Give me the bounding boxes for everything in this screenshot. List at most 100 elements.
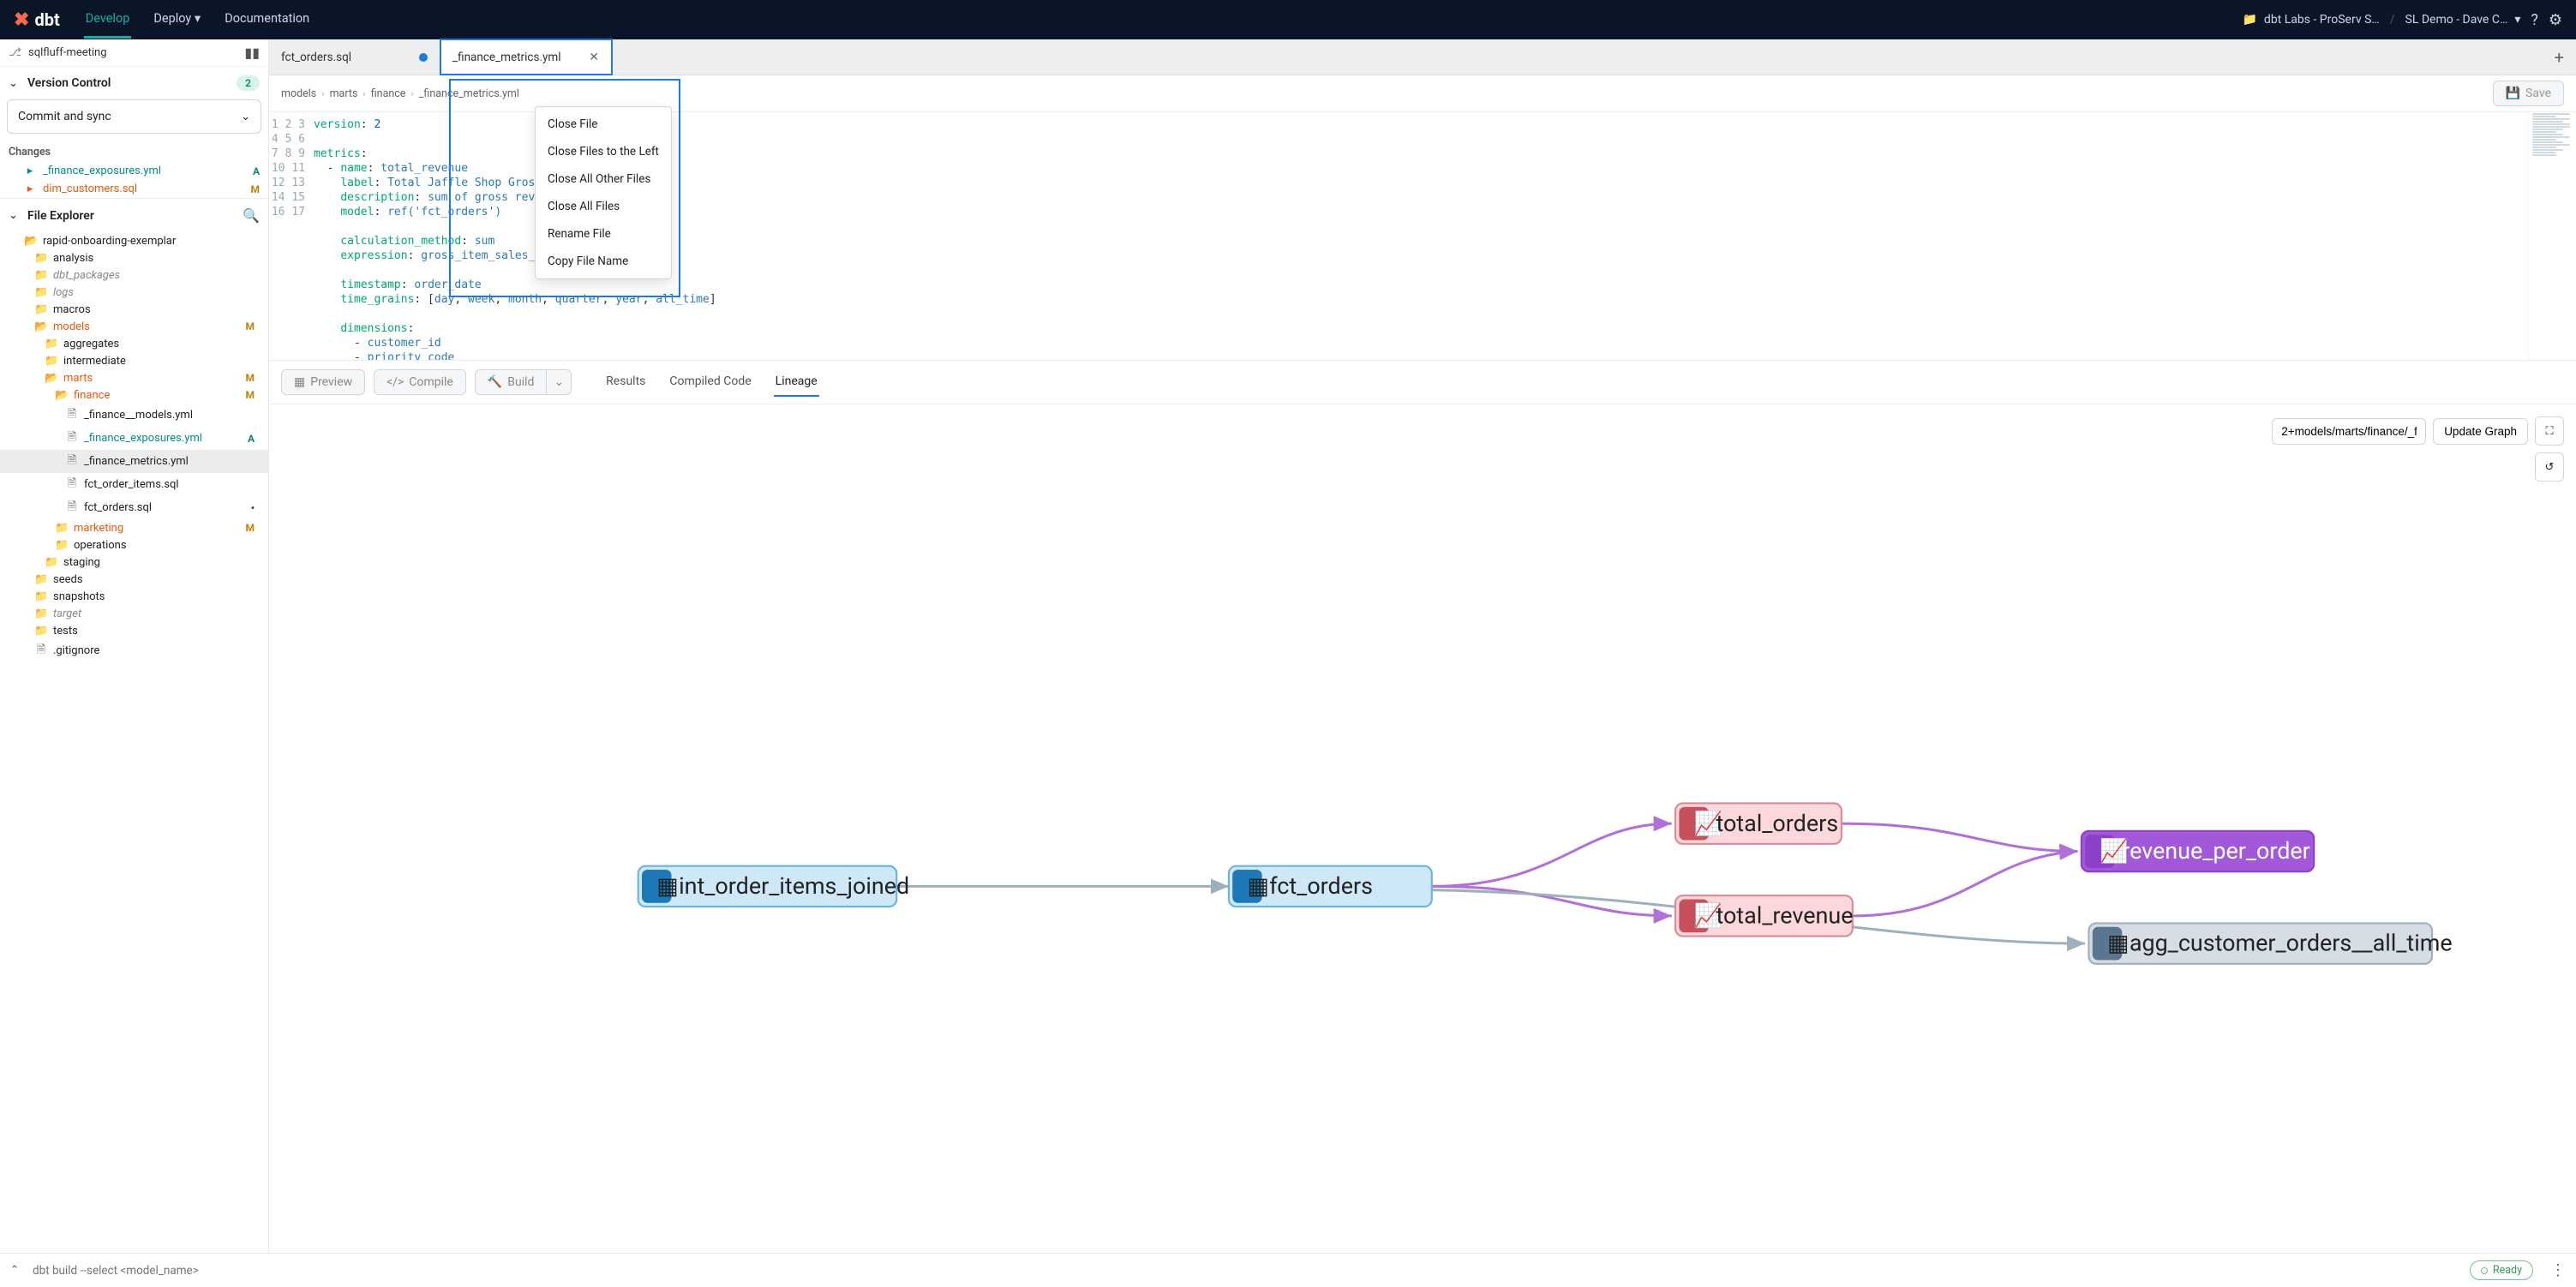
build-dropdown[interactable]: ⌄ — [547, 369, 572, 395]
tree-label: fct_order_items.sql — [84, 478, 179, 491]
tab-lineage[interactable]: Lineage — [774, 368, 819, 397]
change-row[interactable]: ▸ dim_customers.sql M — [0, 180, 268, 198]
nav-documentation[interactable]: Documentation — [223, 1, 311, 39]
tree-item[interactable]: 📁analysis — [0, 249, 268, 266]
gear-icon[interactable]: ⚙ — [2549, 11, 2562, 29]
change-status: M — [250, 183, 260, 195]
book-icon[interactable]: ▮▮ — [244, 45, 260, 61]
tab-results[interactable]: Results — [604, 368, 647, 397]
editor-tab[interactable]: _finance_metrics.yml✕ — [440, 39, 612, 75]
breadcrumb-item[interactable]: models — [281, 87, 316, 100]
nav-deploy[interactable]: Deploy ▾ — [152, 1, 202, 39]
tree-item[interactable]: 📁snapshots — [0, 588, 268, 605]
tree-item[interactable]: 📁dbt_packages — [0, 266, 268, 284]
chevron-right-icon: › — [410, 88, 413, 99]
tree-label: models — [53, 320, 90, 333]
more-icon[interactable]: ⋮ — [2540, 1261, 2576, 1279]
tree-item[interactable]: 📂financeM — [0, 386, 268, 404]
tree-item[interactable]: 🗎_finance_exposures.ymlA — [0, 427, 268, 450]
lineage-graph[interactable]: Update Graph ⛶ ↺ — [269, 404, 2576, 1287]
tree-item[interactable]: 📁intermediate — [0, 352, 268, 369]
chevron-down-icon: ⌄ — [9, 209, 21, 222]
node-total-revenue[interactable]: 📈 total_revenue — [1675, 895, 1853, 936]
change-filename: dim_customers.sql — [43, 183, 137, 195]
panel-toolbar: ▦Preview </>Compile 🔨Build ⌄ Results Com… — [269, 361, 2576, 404]
minimap[interactable] — [2528, 112, 2576, 360]
command-expand-icon[interactable]: ⌃ — [0, 1264, 29, 1277]
search-icon[interactable]: 🔍 — [243, 207, 260, 224]
tree-item[interactable]: 🗎 _finance_metrics.yml — [0, 450, 268, 473]
changes-count-badge: 2 — [237, 75, 260, 91]
breadcrumb-item[interactable]: finance — [371, 87, 406, 100]
project-selector[interactable]: 📁 dbt Labs - ProServ S… — [2242, 13, 2379, 27]
editor-tabs: fct_orders.sql_finance_metrics.yml✕ + — [269, 39, 2576, 75]
file-icon: 🗎 — [65, 452, 79, 471]
node-total-orders[interactable]: 📈 total_orders — [1675, 803, 1842, 843]
update-graph-button[interactable]: Update Graph — [2433, 418, 2528, 445]
breadcrumb-item[interactable]: marts — [330, 87, 358, 100]
tree-item[interactable]: 🗎.gitignore — [0, 639, 268, 662]
build-button[interactable]: 🔨Build — [475, 369, 548, 395]
folder-icon: 📁 — [45, 556, 58, 569]
folder-open-icon: 📂 — [24, 235, 38, 248]
tree-item[interactable]: 📁staging — [0, 554, 268, 571]
tree-item[interactable]: 📁aggregates — [0, 335, 268, 352]
save-button[interactable]: 💾 Save — [2493, 81, 2564, 106]
tree-item[interactable]: 📁macros — [0, 301, 268, 318]
tree-item[interactable]: 📁operations — [0, 536, 268, 554]
context-menu-item[interactable]: Close All Files — [536, 193, 671, 220]
tree-label: analysis — [53, 252, 93, 265]
chevron-right-icon: › — [321, 88, 324, 99]
change-row[interactable]: ▸ _finance_exposures.yml A — [0, 162, 268, 180]
svg-text:int_order_items_joined: int_order_items_joined — [679, 872, 909, 900]
branch-name[interactable]: sqlfluff-meeting — [28, 46, 237, 59]
svg-text:total_orders: total_orders — [1716, 810, 1838, 837]
context-menu-item[interactable]: Close File — [536, 111, 671, 138]
tree-item[interactable]: 📁seeds — [0, 571, 268, 588]
tree-item[interactable]: 📂martsM — [0, 369, 268, 386]
tree-item[interactable]: 🗎_finance__models.yml — [0, 404, 268, 427]
context-menu-item[interactable]: Rename File — [536, 220, 671, 248]
node-revenue-per-order[interactable]: 📈 revenue_per_order — [2082, 831, 2314, 871]
reset-icon[interactable]: ↺ — [2535, 452, 2564, 482]
lineage-filter-input[interactable] — [2272, 418, 2426, 445]
dbt-logo-icon: ✖ — [14, 9, 29, 31]
node-agg-customer-orders[interactable]: ▦ agg_customer_orders__all_time — [2088, 923, 2452, 963]
folder-open-icon: 📂 — [34, 320, 48, 333]
file-explorer-header[interactable]: ⌄ File Explorer 🔍 — [0, 198, 268, 232]
compile-button[interactable]: </>Compile — [374, 369, 466, 395]
dag-svg: ▦ int_order_items_joined ▦ fct_orders 📈 … — [269, 404, 2576, 1287]
tree-label: dbt_packages — [53, 269, 120, 282]
new-tab-button[interactable]: + — [2543, 39, 2576, 75]
node-fct-orders[interactable]: ▦ fct_orders — [1229, 866, 1432, 907]
close-icon[interactable]: ✕ — [589, 51, 599, 64]
tree-item[interactable]: 📁tests — [0, 622, 268, 639]
help-icon[interactable]: ? — [2531, 11, 2538, 29]
context-menu-item[interactable]: Copy File Name — [536, 248, 671, 275]
context-menu-item[interactable]: Close All Other Files — [536, 165, 671, 193]
tree-item[interactable]: 📁marketingM — [0, 519, 268, 536]
tree-item[interactable]: 📁target — [0, 605, 268, 622]
tree-label: _finance_metrics.yml — [84, 455, 189, 468]
node-int-order-items-joined[interactable]: ▦ int_order_items_joined — [638, 866, 910, 907]
nav-right: 📁 dbt Labs - ProServ S… / SL Demo - Dave… — [2242, 11, 2562, 29]
tree-item[interactable]: 🗎fct_orders.sql• — [0, 496, 268, 519]
tree-item[interactable]: 📁logs — [0, 284, 268, 301]
nav-develop[interactable]: Develop — [84, 1, 132, 39]
commit-button[interactable]: Commit and sync ⌄ — [7, 99, 261, 134]
tab-compiled[interactable]: Compiled Code — [668, 368, 752, 397]
breadcrumb-item[interactable]: _finance_metrics.yml — [419, 87, 519, 100]
env-selector[interactable]: SL Demo - Dave C… ▾ — [2405, 13, 2521, 27]
file-status: A — [248, 433, 260, 445]
context-menu-item[interactable]: Close Files to the Left — [536, 138, 671, 165]
tree-item[interactable]: 📂rapid-onboarding-exemplar — [0, 232, 268, 249]
version-control-header[interactable]: ⌄ Version Control 2 — [0, 67, 268, 99]
file-icon: 🗎 — [65, 499, 79, 518]
command-input[interactable] — [29, 1264, 2470, 1278]
preview-button[interactable]: ▦Preview — [281, 369, 365, 395]
tree-item[interactable]: 🗎fct_order_items.sql — [0, 473, 268, 496]
folder-icon: 📁 — [34, 625, 48, 638]
tree-item[interactable]: 📂modelsM — [0, 318, 268, 335]
editor-tab[interactable]: fct_orders.sql — [269, 39, 440, 75]
fullscreen-icon[interactable]: ⛶ — [2535, 416, 2564, 446]
